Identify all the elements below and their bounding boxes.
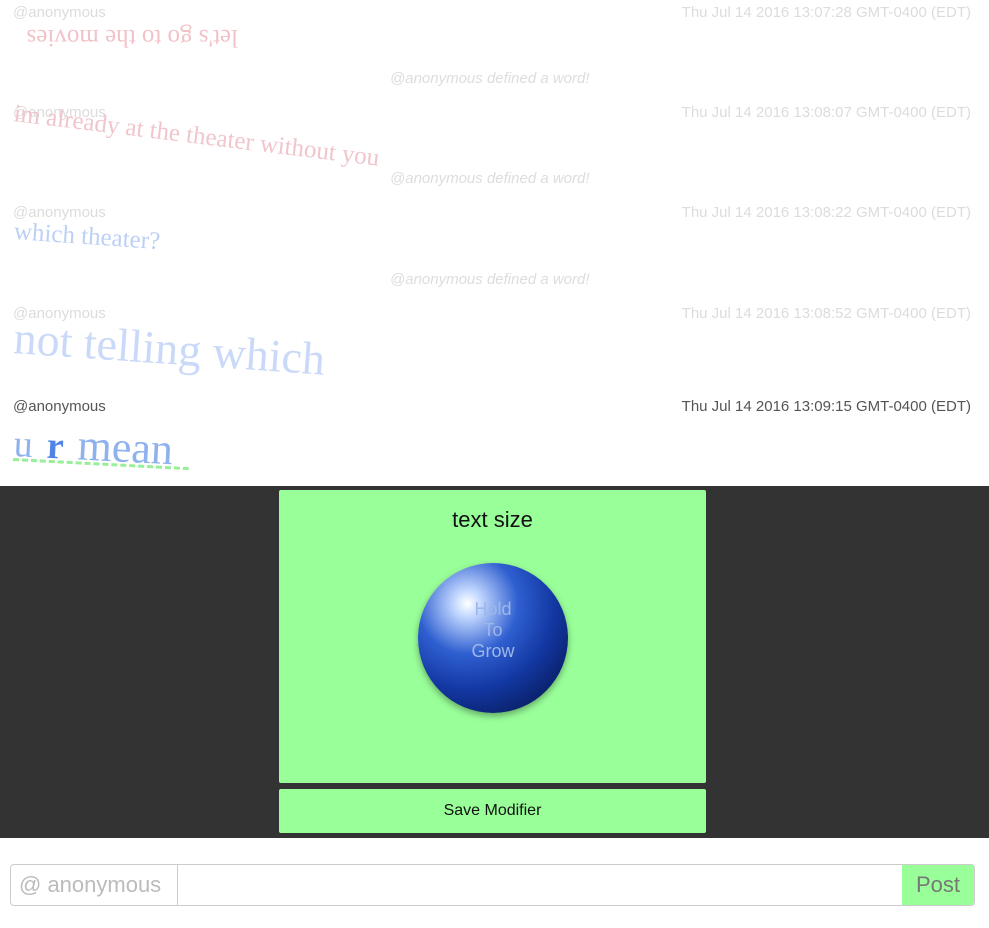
defined-word-notice: @anonymous defined a word! xyxy=(390,170,590,187)
message-text: im already at the theater without you xyxy=(12,100,381,172)
composer: @ anonymous Post xyxy=(10,864,975,906)
modifier-card: text size Hold To Grow xyxy=(279,490,706,783)
handle-label: @ anonymous xyxy=(11,865,178,905)
save-modifier-button[interactable]: Save Modifier xyxy=(279,789,706,833)
message-feed: @anonymous Thu Jul 14 2016 13:07:28 GMT-… xyxy=(0,0,989,486)
post-button[interactable]: Post xyxy=(902,865,974,905)
hold-to-grow-button[interactable]: Hold To Grow xyxy=(418,563,568,713)
message-timestamp: Thu Jul 14 2016 13:07:28 GMT-0400 (EDT) xyxy=(681,4,971,21)
orb-label: Hold To Grow xyxy=(418,599,568,662)
defined-word-notice: @anonymous defined a word! xyxy=(390,271,590,288)
message-text: not telling which xyxy=(12,312,327,385)
message-author: @anonymous xyxy=(13,4,106,21)
defined-word-notice: @anonymous defined a word! xyxy=(390,70,590,87)
message-input[interactable] xyxy=(179,865,902,905)
orb-label-text: Hold To Grow xyxy=(471,599,515,661)
modifier-title: text size xyxy=(452,507,533,532)
message-author: @anonymous xyxy=(13,398,106,415)
message-timestamp: Thu Jul 14 2016 13:08:07 GMT-0400 (EDT) xyxy=(681,104,971,121)
message-text: u r mean xyxy=(13,416,189,475)
message-text: let's go to the movies xyxy=(26,24,238,51)
modifier-panel: text size Hold To Grow Save Modifier xyxy=(0,486,989,838)
message-timestamp: Thu Jul 14 2016 13:08:22 GMT-0400 (EDT) xyxy=(681,204,971,221)
message-timestamp: Thu Jul 14 2016 13:08:52 GMT-0400 (EDT) xyxy=(681,305,971,322)
message-text: which theater? xyxy=(13,218,162,256)
message-timestamp: Thu Jul 14 2016 13:09:15 GMT-0400 (EDT) xyxy=(681,398,971,415)
